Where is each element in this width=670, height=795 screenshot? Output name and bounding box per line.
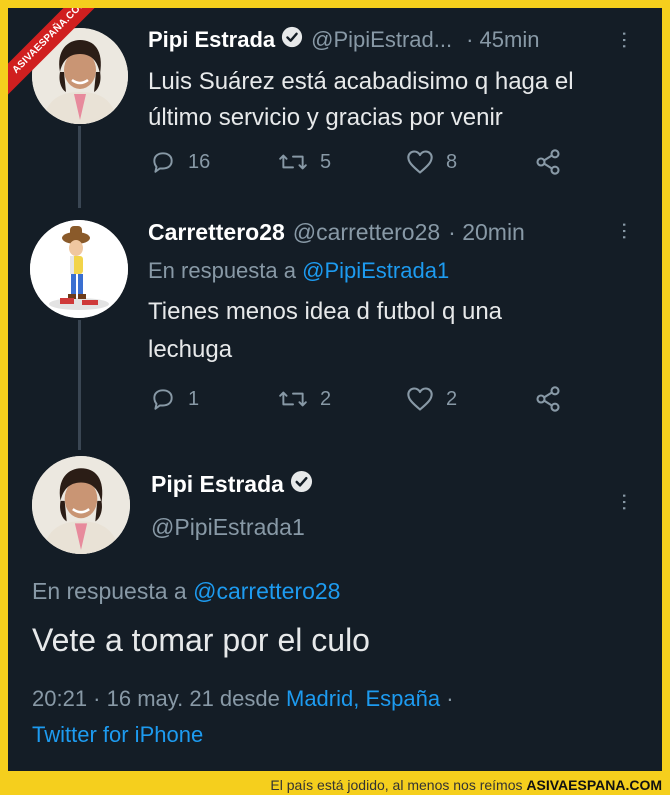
reply-context: En respuesta a @PipiEstrada1: [148, 258, 449, 284]
tweet-actions: 1 2 2: [150, 385, 662, 413]
reply-count: 1: [188, 387, 200, 410]
source-link[interactable]: Twitter for iPhone: [32, 717, 632, 753]
author-handle[interactable]: @PipiEstrada1: [151, 514, 305, 541]
author-handle[interactable]: @carrettero28: [293, 219, 440, 246]
share-button[interactable]: [534, 148, 662, 176]
tweet-header: Carrettero28 @carrettero28 · 20min: [148, 219, 525, 246]
tweet-text-line: Luis Suárez está acabadisimo q haga el: [148, 68, 574, 95]
tweet-header: Pipi Estrada: [151, 470, 313, 499]
author-name[interactable]: Pipi Estrada: [151, 471, 284, 498]
tweet-time[interactable]: · 45min: [466, 27, 539, 53]
reply-mention-link[interactable]: @PipiEstrada1: [302, 258, 449, 283]
author-name[interactable]: Pipi Estrada: [148, 27, 275, 53]
like-count: 2: [446, 387, 458, 410]
like-count: 8: [446, 150, 458, 173]
heart-icon: [407, 387, 433, 411]
reply-context: En respuesta a @carrettero28: [32, 578, 340, 605]
tweet-thread-panel: ASIVAESPAÑA.COM Pipi Estrada @PipiEstrad…: [8, 8, 662, 771]
reply-prefix: En respuesta a: [148, 258, 296, 283]
bottom-caption: El país está jodido, al menos nos reímos…: [0, 776, 670, 795]
reply-prefix: En respuesta a: [32, 578, 187, 604]
avatar[interactable]: [32, 456, 130, 554]
tweet-text-line: último servicio y gracias por venir: [148, 104, 503, 131]
tweet-time[interactable]: · 20min: [448, 219, 525, 246]
reply-icon: [153, 152, 173, 173]
reply-count: 16: [188, 150, 211, 173]
reply-mention-link[interactable]: @carrettero28: [193, 578, 340, 604]
profile-photo-icon: [32, 456, 130, 554]
tweet-text-line: Tienes menos idea d futbol q una: [148, 298, 503, 325]
tweet-text: Vete a tomar por el culo: [32, 622, 370, 658]
meta-separator: ·: [446, 686, 454, 711]
caption-text: El país está jodido, al menos nos reímos: [270, 777, 523, 793]
author-handle[interactable]: @PipiEstrad...: [311, 27, 452, 53]
retweet-button[interactable]: 5: [278, 148, 406, 176]
thread-line: [78, 126, 81, 208]
reply-button[interactable]: 16: [150, 148, 278, 176]
like-button[interactable]: 2: [406, 385, 534, 413]
share-button[interactable]: [534, 385, 662, 413]
share-icon: [536, 386, 560, 412]
reply-button[interactable]: 1: [150, 385, 278, 413]
tweet-datetime[interactable]: 20:21 · 16 may. 21 desde: [32, 686, 280, 711]
retweet-count: 2: [320, 387, 332, 410]
verified-badge-icon: [281, 26, 303, 54]
tweet-meta: 20:21 · 16 may. 21 desde Madrid, España …: [32, 681, 632, 753]
retweet-icon: [279, 154, 307, 170]
tweet-actions: 16 5 8: [150, 148, 662, 176]
tweet-text-line: lechuga: [148, 336, 233, 363]
more-options-icon[interactable]: ···: [613, 30, 638, 49]
author-name[interactable]: Carrettero28: [148, 219, 285, 246]
heart-icon: [407, 150, 433, 174]
retweet-button[interactable]: 2: [278, 385, 406, 413]
retweet-icon: [279, 391, 307, 407]
thread-line: [78, 320, 81, 450]
toy-character-avatar-icon: [30, 220, 128, 318]
retweet-count: 5: [320, 150, 332, 173]
location-link[interactable]: Madrid, España: [286, 686, 440, 711]
verified-badge-icon: [290, 470, 313, 499]
like-button[interactable]: 8: [406, 148, 534, 176]
tweet-text: Luis Suárez está acabadisimo q haga el ú…: [148, 64, 574, 136]
share-icon: [536, 149, 560, 175]
more-options-icon[interactable]: ···: [613, 221, 638, 240]
caption-brand[interactable]: ASIVAESPANA.COM: [526, 777, 662, 793]
more-options-icon[interactable]: ···: [613, 492, 638, 511]
avatar[interactable]: [30, 220, 128, 318]
tweet-header: Pipi Estrada @PipiEstrad... · 45min: [148, 26, 539, 54]
reply-icon: [153, 389, 173, 410]
tweet-text: Tienes menos idea d futbol q una lechuga: [148, 293, 502, 369]
